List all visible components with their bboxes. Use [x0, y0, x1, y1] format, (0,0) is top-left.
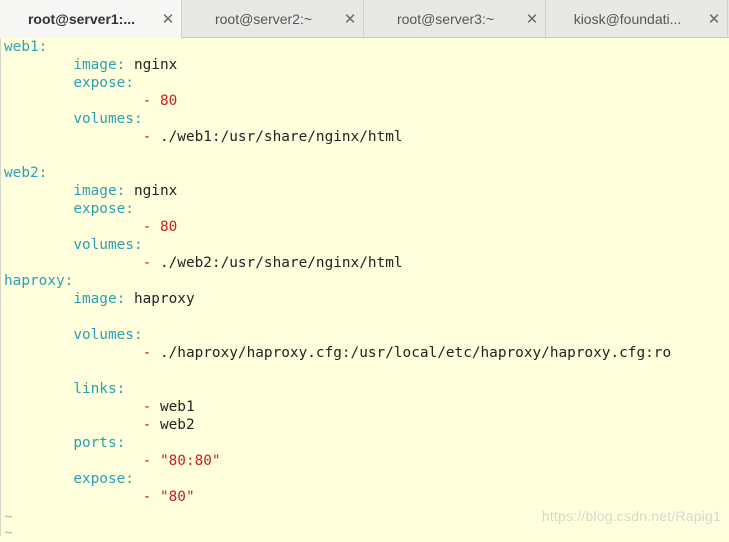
yaml-line: image: nginx [4, 182, 177, 200]
colon: : [125, 471, 134, 487]
yaml-line: - web2 [4, 416, 195, 434]
list-dash: - [142, 93, 160, 109]
yaml-line: web1: [4, 38, 47, 56]
list-dash: - [142, 129, 160, 145]
colon: : [116, 183, 126, 199]
colon: : [125, 75, 134, 91]
yaml-line: - "80" [4, 488, 195, 506]
colon: : [38, 39, 48, 55]
close-icon[interactable]: ✕ [337, 10, 363, 28]
yaml-value: 80 [159, 93, 178, 109]
yaml-value: web2 [159, 417, 195, 433]
list-dash: - [142, 255, 160, 271]
tab-bar: root@server1:... ✕ root@server2:~ ✕ root… [0, 0, 729, 38]
yaml-value: nginx [133, 183, 178, 199]
yaml-line: expose: [4, 470, 134, 488]
yaml-value: "80:80" [159, 453, 221, 469]
tab-label: kiosk@foundati... [573, 10, 682, 27]
yaml-key: web1 [4, 39, 39, 55]
yaml-line: - ./haproxy/haproxy.cfg:/usr/local/etc/h… [4, 344, 672, 362]
tab-label: root@server2:~ [214, 10, 313, 27]
colon: : [64, 273, 74, 289]
empty-line-tilde: ~ [4, 525, 13, 541]
close-icon[interactable]: ✕ [701, 10, 727, 28]
yaml-line: expose: [4, 74, 134, 92]
terminal-view[interactable]: web1: image: nginx expose: - 80 volumes:… [0, 38, 729, 541]
yaml-line: - ./web2:/usr/share/nginx/html [4, 254, 403, 272]
yaml-line: image: haproxy [4, 290, 195, 308]
yaml-value: ./web1:/usr/share/nginx/html [159, 129, 403, 145]
colon: : [38, 165, 48, 181]
close-icon[interactable]: ✕ [519, 10, 545, 28]
tab-kiosk[interactable]: kiosk@foundati... ✕ [546, 0, 728, 37]
yaml-value: ./haproxy/haproxy.cfg:/usr/local/etc/hap… [159, 345, 672, 361]
colon: : [116, 57, 126, 73]
yaml-key: expose [73, 75, 126, 91]
colon: : [116, 291, 126, 307]
list-dash: - [142, 453, 160, 469]
yaml-line: links: [4, 380, 125, 398]
colon: : [116, 435, 126, 451]
yaml-key: expose [73, 471, 126, 487]
yaml-line: volumes: [4, 110, 143, 128]
tab-server2[interactable]: root@server2:~ ✕ [182, 0, 364, 37]
close-icon[interactable]: ✕ [155, 10, 181, 28]
colon: : [133, 237, 143, 253]
yaml-key: links [73, 381, 117, 397]
list-dash: - [142, 489, 160, 505]
yaml-value: nginx [133, 57, 178, 73]
yaml-key: image [73, 57, 117, 73]
yaml-line: web2: [4, 164, 47, 182]
tab-label: root@server3:~ [396, 10, 495, 27]
yaml-key: image [73, 183, 117, 199]
yaml-line: - 80 [4, 218, 178, 236]
yaml-line: ports: [4, 434, 125, 452]
yaml-key: expose [73, 201, 126, 217]
yaml-key: ports [73, 435, 117, 451]
yaml-line: - 80 [4, 92, 178, 110]
yaml-line: volumes: [4, 236, 143, 254]
colon: : [125, 201, 134, 217]
yaml-key: haproxy [4, 273, 65, 289]
yaml-line: - "80:80" [4, 452, 221, 470]
watermark: https://blog.csdn.net/Rapig1 [541, 508, 721, 524]
list-dash: - [142, 417, 160, 433]
yaml-line: image: nginx [4, 56, 177, 74]
yaml-line: - web1 [4, 398, 195, 416]
colon: : [133, 111, 143, 127]
list-dash: - [142, 345, 160, 361]
yaml-value: web1 [159, 399, 195, 415]
yaml-value: ./web2:/usr/share/nginx/html [159, 255, 403, 271]
yaml-key: volumes [73, 327, 134, 343]
yaml-value: 80 [159, 219, 178, 235]
yaml-value: haproxy [133, 291, 195, 307]
colon: : [133, 327, 143, 343]
list-dash: - [142, 399, 160, 415]
yaml-line: expose: [4, 200, 134, 218]
yaml-line: volumes: [4, 326, 143, 344]
yaml-key: image [73, 291, 117, 307]
yaml-key: volumes [73, 111, 134, 127]
yaml-value: "80" [159, 489, 195, 505]
yaml-line: - ./web1:/usr/share/nginx/html [4, 128, 403, 146]
tab-label: root@server1:... [27, 10, 136, 27]
tab-server3[interactable]: root@server3:~ ✕ [364, 0, 546, 37]
colon: : [116, 381, 126, 397]
list-dash: - [142, 219, 160, 235]
tab-server1[interactable]: root@server1:... ✕ [0, 0, 182, 38]
yaml-key: web2 [4, 165, 39, 181]
yaml-key: volumes [73, 237, 134, 253]
yaml-line: haproxy: [4, 272, 73, 290]
